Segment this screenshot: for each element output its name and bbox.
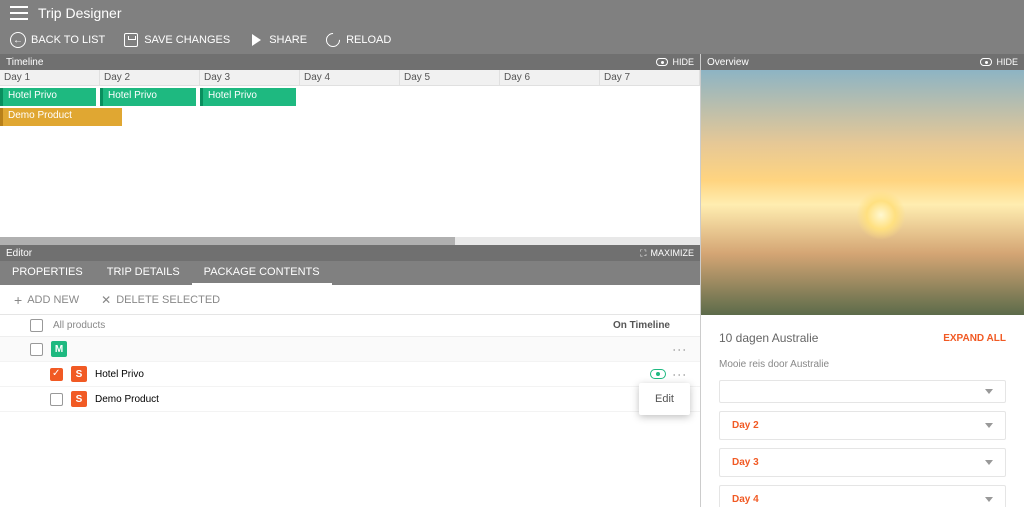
- trip-title: 10 dagen Australie: [719, 331, 818, 345]
- row-menu-icon[interactable]: ⋮: [676, 368, 682, 380]
- day-header: Day 6: [500, 70, 599, 86]
- row-checkbox[interactable]: [50, 393, 63, 406]
- overview-day-label: Day 4: [732, 494, 759, 505]
- context-menu-edit[interactable]: Edit: [655, 393, 674, 405]
- product-row: M⋮: [0, 337, 700, 362]
- trip-subtitle: Mooie reis door Australie: [719, 359, 1006, 370]
- add-new-button[interactable]: + ADD NEW: [14, 292, 79, 308]
- timeline-section-bar: Timeline HIDE: [0, 54, 700, 70]
- products-header: All products On Timeline: [0, 315, 700, 337]
- expand-all-button[interactable]: EXPAND ALL: [943, 333, 1006, 344]
- reload-icon: [325, 32, 341, 48]
- day-column: Day 1: [0, 70, 100, 86]
- x-icon: ✕: [101, 293, 111, 307]
- save-label: SAVE CHANGES: [144, 34, 230, 46]
- delete-selected-button[interactable]: ✕ DELETE SELECTED: [101, 293, 220, 307]
- type-badge: M: [51, 341, 67, 357]
- timeline-item[interactable]: Hotel Privo: [0, 88, 96, 106]
- chevron-down-icon: [985, 423, 993, 428]
- overview-hero-image: [701, 70, 1024, 315]
- overview-body: 10 dagen Australie EXPAND ALL Mooie reis…: [701, 315, 1024, 507]
- overview-hide-button[interactable]: HIDE: [980, 57, 1018, 67]
- share-icon: [248, 32, 264, 48]
- type-badge: S: [71, 366, 87, 382]
- day-column: Day 4: [300, 70, 400, 86]
- all-products-label: All products: [53, 320, 105, 331]
- product-label: Demo Product: [95, 394, 159, 405]
- day-header: Day 3: [200, 70, 299, 86]
- save-icon: [123, 32, 139, 48]
- day-header: Day 4: [300, 70, 399, 86]
- timeline-item[interactable]: Hotel Privo: [200, 88, 296, 106]
- day-column: Day 3: [200, 70, 300, 86]
- timeline-title: Timeline: [6, 57, 43, 68]
- day-column: Day 5: [400, 70, 500, 86]
- chevron-down-icon: [985, 497, 993, 502]
- back-arrow-icon: ←: [10, 32, 26, 48]
- context-menu: Edit: [639, 383, 690, 415]
- main-toolbar: ← BACK TO LIST SAVE CHANGES SHARE RELOAD: [0, 26, 1024, 54]
- row-checkbox[interactable]: [30, 343, 43, 356]
- tab-package-contents[interactable]: PACKAGE CONTENTS: [192, 261, 332, 285]
- visibility-icon[interactable]: [650, 369, 666, 379]
- tab-properties[interactable]: PROPERTIES: [0, 261, 95, 285]
- product-row: SDemo Product⋮: [0, 387, 700, 412]
- plus-icon: +: [14, 292, 22, 308]
- overview-section-bar: Overview HIDE: [701, 54, 1024, 70]
- hamburger-icon[interactable]: [10, 6, 28, 20]
- product-label: Hotel Privo: [95, 369, 144, 380]
- product-row: S Hotel Privo ⋮: [0, 362, 700, 387]
- editor-toolbar: + ADD NEW ✕ DELETE SELECTED: [0, 285, 700, 315]
- overview-day-row[interactable]: Day 4: [719, 485, 1006, 507]
- timeline-scrollbar[interactable]: [0, 237, 700, 245]
- eye-icon: [656, 58, 668, 66]
- day-column: Day 6: [500, 70, 600, 86]
- timeline-hide-button[interactable]: HIDE: [656, 57, 694, 67]
- timeline-item[interactable]: Hotel Privo: [100, 88, 196, 106]
- share-button[interactable]: SHARE: [248, 32, 307, 48]
- overview-title: Overview: [707, 57, 749, 68]
- maximize-icon: ⛶: [640, 248, 646, 259]
- back-label: BACK TO LIST: [31, 34, 105, 46]
- products-list: All products On Timeline M⋮SHotel Privo⋮…: [0, 315, 700, 507]
- app-header: Trip Designer: [0, 0, 1024, 26]
- on-timeline-header: On Timeline: [613, 320, 670, 331]
- eye-icon: [980, 58, 992, 66]
- overview-day-row[interactable]: Day 3: [719, 448, 1006, 477]
- chevron-down-icon: [985, 460, 993, 465]
- overview-day-label: Day 3: [732, 457, 759, 468]
- reload-button[interactable]: RELOAD: [325, 32, 391, 48]
- editor-maximize-button[interactable]: ⛶ MAXIMIZE: [640, 248, 694, 259]
- reload-label: RELOAD: [346, 34, 391, 46]
- day-header: Day 1: [0, 70, 99, 86]
- editor-title: Editor: [6, 248, 32, 259]
- app-title: Trip Designer: [38, 5, 122, 21]
- timeline-item[interactable]: Demo Product: [0, 108, 122, 126]
- share-label: SHARE: [269, 34, 307, 46]
- day-header: Day 5: [400, 70, 499, 86]
- editor-tabs: PROPERTIESTRIP DETAILSPACKAGE CONTENTS: [0, 261, 700, 285]
- day-header: Day 2: [100, 70, 199, 86]
- overview-day-row[interactable]: Day 2: [719, 411, 1006, 440]
- chevron-down-icon: [985, 389, 993, 394]
- save-button[interactable]: SAVE CHANGES: [123, 32, 230, 48]
- row-checkbox[interactable]: [50, 368, 63, 381]
- editor-section-bar: Editor ⛶ MAXIMIZE: [0, 245, 700, 261]
- timeline: Day 1Day 2Day 3Day 4Day 5Day 6Day 7 Hote…: [0, 70, 700, 245]
- tab-trip-details[interactable]: TRIP DETAILS: [95, 261, 192, 285]
- day-column: Day 2: [100, 70, 200, 86]
- overview-day-label: Day 2: [732, 420, 759, 431]
- overview-day-row[interactable]: [719, 380, 1006, 403]
- day-header: Day 7: [600, 70, 699, 86]
- row-menu-icon[interactable]: ⋮: [676, 343, 682, 355]
- day-column: Day 7: [600, 70, 700, 86]
- type-badge: S: [71, 391, 87, 407]
- back-button[interactable]: ← BACK TO LIST: [10, 32, 105, 48]
- select-all-checkbox[interactable]: [30, 319, 43, 332]
